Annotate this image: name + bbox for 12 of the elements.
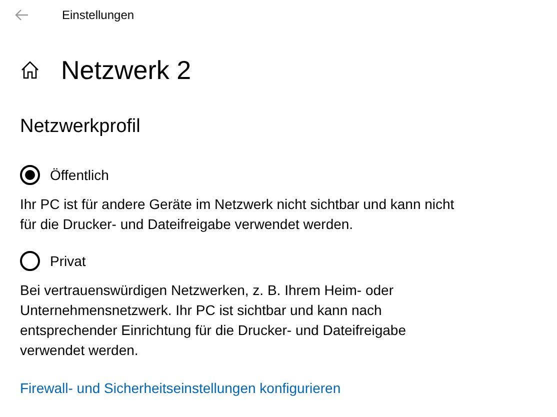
window-title: Einstellungen bbox=[62, 7, 134, 24]
firewall-link[interactable]: Firewall- und Sicherheitseinstellungen konfigurieren bbox=[20, 378, 341, 399]
radio-option[interactable]: Privat bbox=[20, 246, 86, 276]
option-description: Bei vertrauenswürdigen Netzwerken, z. B. Ihrem Heim- oder Unternehmensnetzwerk. Ihr PC ist sichtbar und kann nach entsprechender Einrichtung für die Drucker- und Dateifreigabe verwendet werden. bbox=[20, 281, 407, 360]
radio-option[interactable]: Öffentlich bbox=[20, 160, 109, 190]
radio-button[interactable] bbox=[20, 165, 40, 185]
radio-button[interactable] bbox=[20, 251, 40, 271]
section-title: Netzwerkprofil bbox=[20, 115, 142, 139]
option-description: Ihr PC ist für andere Geräte im Netzwerk nicht sichtbar und kann nicht für die Drucker- und Dateifreigabe verwendet werden. bbox=[20, 195, 456, 234]
back-arrow-icon bbox=[15, 9, 29, 21]
page-title: Netzwerk 2 bbox=[61, 54, 192, 87]
home-icon bbox=[20, 60, 40, 80]
